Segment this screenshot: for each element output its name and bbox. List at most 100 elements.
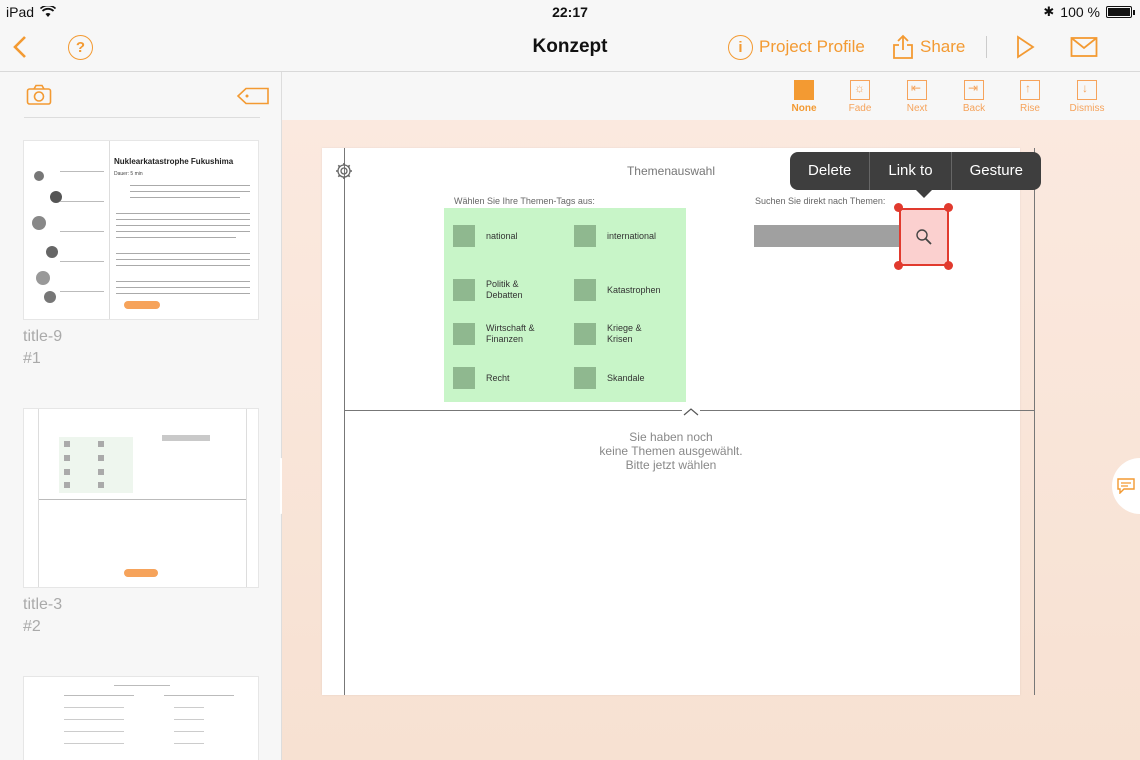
project-profile-button[interactable]: i Project Profile — [728, 32, 865, 62]
share-button[interactable]: Share — [892, 32, 965, 62]
back-button[interactable] — [12, 32, 28, 62]
slide-title-1: title-9 — [23, 328, 63, 345]
checkbox-icon — [574, 279, 596, 301]
search-input[interactable] — [754, 225, 899, 247]
transition-back[interactable]: ⇥ Back — [952, 80, 996, 114]
bluetooth-icon: ✱ — [1043, 4, 1055, 19]
tag-icon[interactable] — [236, 87, 270, 105]
camera-icon[interactable] — [26, 84, 52, 106]
resize-handle-bottom-left[interactable] — [894, 261, 903, 270]
transition-label: Back — [962, 103, 986, 114]
checkbox-icon — [453, 367, 475, 389]
slide-thumbnail-2[interactable] — [23, 408, 259, 588]
tag-label: Katastrophen — [607, 284, 661, 295]
nav-bar: ? Konzept i Project Profile Share — [0, 24, 1140, 72]
search-label: Suchen Sie direkt nach Themen: — [755, 196, 886, 206]
canvas-area: Themenauswahl Wählen Sie Ihre Themen-Tag… — [282, 120, 1140, 760]
transition-label: Rise — [1019, 103, 1040, 114]
transition-label: None — [791, 103, 817, 114]
delete-menu-item[interactable]: Delete — [790, 152, 871, 190]
resize-handle-bottom-right[interactable] — [944, 261, 953, 270]
transition-dismiss[interactable]: ↓ Dismiss — [1065, 80, 1109, 114]
tag-label: international — [607, 230, 657, 241]
back-icon: ⇥ — [964, 80, 984, 100]
tag-recht[interactable]: Recht — [453, 367, 510, 389]
tag-international[interactable]: international — [574, 225, 656, 247]
clock: 22:17 — [552, 4, 588, 20]
wireframe-page[interactable]: Themenauswahl Wählen Sie Ihre Themen-Tag… — [322, 148, 1035, 695]
thumbnail-subheading: Dauer: 5 min — [114, 171, 143, 177]
help-button[interactable]: ? — [68, 32, 93, 62]
slide-thumbnail-1[interactable]: Nuklearkatastrophe Fukushima Dauer: 5 mi… — [23, 140, 259, 320]
tag-katastrophen[interactable]: Katastrophen — [574, 279, 661, 301]
checkbox-icon — [453, 323, 475, 345]
tag-label: Recht — [486, 372, 510, 383]
link-to-menu-item[interactable]: Link to — [870, 152, 952, 190]
mail-button[interactable] — [1070, 32, 1098, 62]
tag-label: Politik & Debatten — [486, 279, 523, 300]
next-icon: ⇤ — [907, 80, 927, 100]
transition-label: Dismiss — [1069, 103, 1105, 114]
chevron-left-icon — [13, 36, 26, 58]
resize-handle-top-right[interactable] — [944, 203, 953, 212]
battery-percent: 100 % — [1060, 4, 1100, 20]
rise-icon: ↑ — [1020, 80, 1040, 100]
play-button[interactable] — [1014, 32, 1036, 62]
tags-label: Wählen Sie Ihre Themen-Tags aus: — [454, 196, 595, 206]
checkbox-icon — [574, 367, 596, 389]
transition-none[interactable]: None — [782, 80, 826, 114]
status-bar: iPad 22:17 ✱ 100 % — [0, 0, 1140, 24]
slide-number-1: #1 — [23, 350, 41, 367]
slide-title-2: title-3 — [23, 596, 63, 613]
transition-label: Fade — [848, 103, 872, 114]
nav-divider — [986, 36, 987, 58]
share-label: Share — [920, 37, 966, 56]
tag-panel: national international Politik & Debatte… — [444, 208, 686, 402]
thumbnail-badge — [124, 569, 158, 577]
mail-icon — [1070, 37, 1098, 57]
dismiss-icon: ↓ — [1077, 80, 1097, 100]
transition-rise[interactable]: ↑ Rise — [1008, 80, 1052, 114]
checkbox-icon — [453, 279, 475, 301]
checkbox-icon — [574, 323, 596, 345]
context-menu: Delete Link to Gesture — [790, 152, 1041, 190]
tag-national[interactable]: national — [453, 225, 518, 247]
tag-kriege[interactable]: Kriege & Krisen — [574, 323, 642, 345]
thumbnail-heading: Nuklearkatastrophe Fukushima — [114, 157, 234, 166]
slide-sidebar: Nuklearkatastrophe Fukushima Dauer: 5 mi… — [0, 72, 282, 760]
chevron-up-icon — [683, 408, 699, 416]
tag-label: national — [486, 230, 518, 241]
tag-politik[interactable]: Politik & Debatten — [453, 279, 523, 301]
info-icon: i — [728, 34, 753, 60]
tag-label: Skandale — [607, 372, 645, 383]
page-guide-right — [1034, 148, 1035, 695]
thumbnail-timeline — [24, 141, 110, 319]
fade-icon: ☼ — [850, 80, 870, 100]
search-button-selected[interactable] — [899, 208, 949, 266]
transition-toolbar: None ☼ Fade ⇤ Next ⇥ Back ↑ Rise ↓ Dismi… — [282, 72, 1140, 120]
empty-state-message: Sie haben noch keine Themen ausgewählt. … — [599, 430, 743, 472]
tag-label: Kriege & Krisen — [607, 323, 642, 344]
resize-handle-top-left[interactable] — [894, 203, 903, 212]
collapse-caret[interactable] — [682, 404, 700, 416]
battery-icon — [1106, 6, 1135, 18]
context-menu-arrow — [916, 190, 932, 198]
slide-thumbnail-3[interactable] — [23, 676, 259, 760]
tag-skandale[interactable]: Skandale — [574, 367, 645, 389]
slide-caption-1: title-9 #1 — [23, 326, 62, 370]
page-guide-left — [344, 148, 345, 695]
slide-number-2: #2 — [23, 618, 41, 635]
transition-fade[interactable]: ☼ Fade — [838, 80, 882, 114]
transition-next[interactable]: ⇤ Next — [895, 80, 939, 114]
checkbox-icon — [453, 225, 475, 247]
comment-icon — [1117, 478, 1135, 494]
tag-label: Wirtschaft & Finanzen — [486, 323, 535, 344]
help-icon: ? — [68, 34, 93, 60]
search-icon — [916, 229, 932, 245]
tag-wirtschaft[interactable]: Wirtschaft & Finanzen — [453, 323, 535, 345]
page-title: Konzept — [532, 36, 608, 57]
gesture-menu-item[interactable]: Gesture — [952, 152, 1041, 190]
none-icon — [794, 80, 814, 100]
share-icon — [893, 34, 913, 59]
slide-caption-2: title-3 #2 — [23, 594, 62, 638]
